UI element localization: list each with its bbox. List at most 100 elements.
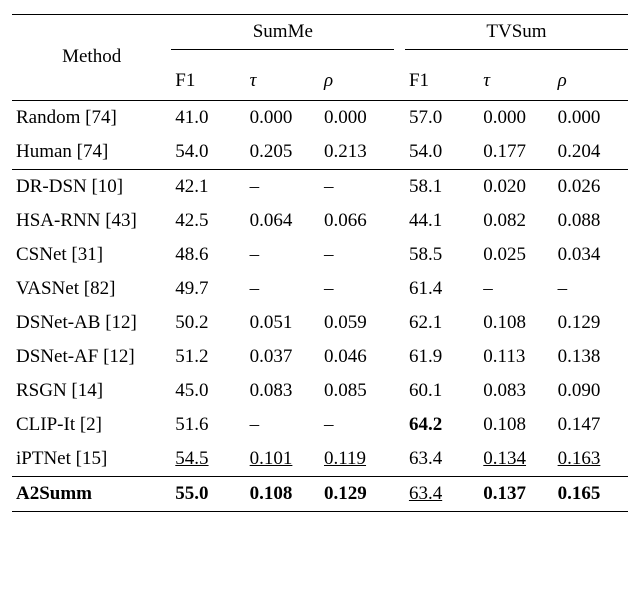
cell-value: 45.0 (171, 374, 245, 408)
cell-value: – (554, 272, 628, 306)
cell-value: 0.059 (320, 306, 394, 340)
cell-value: 60.1 (405, 374, 479, 408)
cell-value: 58.5 (405, 238, 479, 272)
results-table: Method SumMe TVSum F1 τ ρ F1 τ ρ Random … (12, 14, 628, 512)
cell-value: 42.5 (171, 204, 245, 238)
cell-value: 0.134 (479, 442, 553, 477)
cell-method: DSNet-AF [12] (12, 340, 171, 374)
cell-value: 0.147 (554, 408, 628, 442)
cell-method: Human [74] (12, 135, 171, 170)
cell-value: 0.000 (246, 100, 320, 135)
cell-value: – (320, 238, 394, 272)
table-row: RSGN [14] 45.0 0.083 0.085 60.1 0.083 0.… (12, 374, 628, 408)
table-row: VASNet [82] 49.7 – – 61.4 – – (12, 272, 628, 306)
cell-method: Random [74] (12, 100, 171, 135)
table-row: DSNet-AF [12] 51.2 0.037 0.046 61.9 0.11… (12, 340, 628, 374)
cell-value: 0.051 (246, 306, 320, 340)
cell-value: 0.177 (479, 135, 553, 170)
table-row: A2Summ 55.0 0.108 0.129 63.4 0.137 0.165 (12, 476, 628, 511)
cell-value: 0.034 (554, 238, 628, 272)
cell-value: 0.088 (554, 204, 628, 238)
cell-value: 58.1 (405, 169, 479, 204)
cell-value: 0.108 (479, 408, 553, 442)
header-group-tvsum: TVSum (405, 15, 628, 50)
cell-value: – (246, 238, 320, 272)
table-row: HSA-RNN [43] 42.5 0.064 0.066 44.1 0.082… (12, 204, 628, 238)
cell-value: 49.7 (171, 272, 245, 306)
cell-value: 64.2 (405, 408, 479, 442)
cell-value: – (246, 169, 320, 204)
header-group-summe: SumMe (171, 15, 394, 50)
header-tvsum-f1: F1 (405, 62, 479, 101)
cell-method: DR-DSN [10] (12, 169, 171, 204)
cell-value: – (246, 272, 320, 306)
cell-value: 0.000 (320, 100, 394, 135)
cell-value: – (479, 272, 553, 306)
cell-value: 0.082 (479, 204, 553, 238)
table-row: Human [74] 54.0 0.205 0.213 54.0 0.177 0… (12, 135, 628, 170)
cell-value: 48.6 (171, 238, 245, 272)
header-tvsum-tau: τ (479, 62, 553, 101)
cell-method: RSGN [14] (12, 374, 171, 408)
cell-value: 61.9 (405, 340, 479, 374)
table-row: iPTNet [15] 54.5 0.101 0.119 63.4 0.134 … (12, 442, 628, 477)
cell-value: 0.163 (554, 442, 628, 477)
cell-value: 0.085 (320, 374, 394, 408)
cell-value: 0.026 (554, 169, 628, 204)
header-tvsum-rho: ρ (554, 62, 628, 101)
cell-method: CLIP-It [2] (12, 408, 171, 442)
cell-method: CSNet [31] (12, 238, 171, 272)
cell-value: 0.064 (246, 204, 320, 238)
cell-value: 54.5 (171, 442, 245, 477)
cell-value: 63.4 (405, 442, 479, 477)
cell-value: – (246, 408, 320, 442)
cell-method: iPTNet [15] (12, 442, 171, 477)
cell-value: 0.138 (554, 340, 628, 374)
header-method: Method (12, 15, 171, 101)
cell-value: 61.4 (405, 272, 479, 306)
cell-value: 44.1 (405, 204, 479, 238)
cell-value: 0.205 (246, 135, 320, 170)
table-row: DR-DSN [10] 42.1 – – 58.1 0.020 0.026 (12, 169, 628, 204)
cell-value: – (320, 272, 394, 306)
cell-value: 0.129 (554, 306, 628, 340)
cell-value: 57.0 (405, 100, 479, 135)
header-summe-tau: τ (246, 62, 320, 101)
cell-value: 0.137 (479, 476, 553, 511)
cell-value: 54.0 (171, 135, 245, 170)
cell-value: 0.020 (479, 169, 553, 204)
table-row: CLIP-It [2] 51.6 – – 64.2 0.108 0.147 (12, 408, 628, 442)
cell-value: 51.6 (171, 408, 245, 442)
table-row: DSNet-AB [12] 50.2 0.051 0.059 62.1 0.10… (12, 306, 628, 340)
cell-value: 51.2 (171, 340, 245, 374)
table-row: Random [74] 41.0 0.000 0.000 57.0 0.000 … (12, 100, 628, 135)
cell-value: 0.108 (246, 476, 320, 511)
cell-value: 0.037 (246, 340, 320, 374)
cell-method: VASNet [82] (12, 272, 171, 306)
cell-value: 0.129 (320, 476, 394, 511)
cell-value: – (320, 408, 394, 442)
cell-value: 0.090 (554, 374, 628, 408)
cell-value: 0.046 (320, 340, 394, 374)
cell-value: 63.4 (405, 476, 479, 511)
cell-value: 50.2 (171, 306, 245, 340)
cell-value: 0.204 (554, 135, 628, 170)
cell-value: 0.101 (246, 442, 320, 477)
cell-value: 0.113 (479, 340, 553, 374)
cell-value: 42.1 (171, 169, 245, 204)
cell-value: 0.119 (320, 442, 394, 477)
table-row: CSNet [31] 48.6 – – 58.5 0.025 0.034 (12, 238, 628, 272)
cell-value: 54.0 (405, 135, 479, 170)
cell-value: 0.000 (554, 100, 628, 135)
cell-value: 0.083 (246, 374, 320, 408)
cell-value: 62.1 (405, 306, 479, 340)
cell-value: 41.0 (171, 100, 245, 135)
cell-value: 0.066 (320, 204, 394, 238)
cell-value: 0.213 (320, 135, 394, 170)
cell-value: 0.108 (479, 306, 553, 340)
cell-value: 0.165 (554, 476, 628, 511)
cell-value: 0.083 (479, 374, 553, 408)
cell-value: – (320, 169, 394, 204)
header-summe-f1: F1 (171, 62, 245, 101)
cell-value: 0.000 (479, 100, 553, 135)
